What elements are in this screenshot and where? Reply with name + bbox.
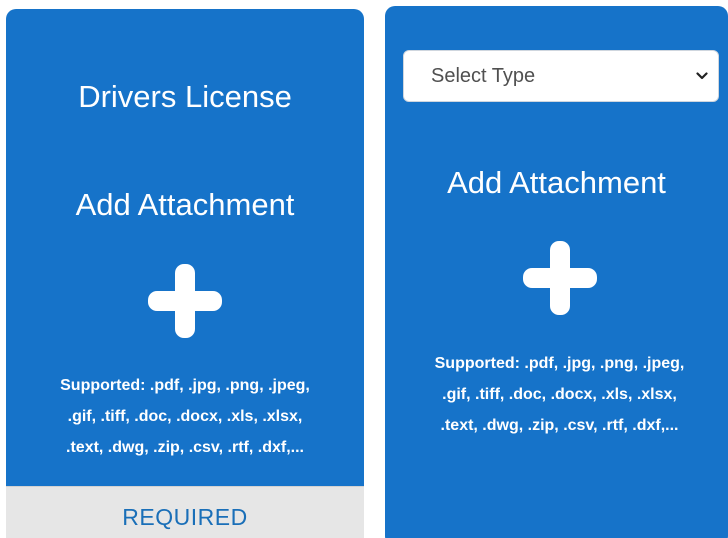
attachment-card-drivers-license: Drivers License Add Attachment Supported… — [6, 9, 364, 538]
attachments-area: Drivers License Add Attachment Supported… — [0, 0, 728, 538]
attachment-card-other: Select Type Add Attachment Supported: .p… — [385, 6, 728, 538]
supported-formats-text: Supported: .pdf, .jpg, .png, .jpeg, .gif… — [32, 370, 338, 463]
type-select-value: Select Type — [431, 65, 536, 87]
supported-formats-line: .text, .dwg, .zip, .csv, .rtf, .dxf,... — [66, 439, 304, 456]
plus-icon[interactable] — [523, 241, 597, 315]
add-attachment-label[interactable]: Add Attachment — [385, 163, 728, 203]
supported-formats-line: .text, .dwg, .zip, .csv, .rtf, .dxf,... — [440, 417, 679, 434]
supported-formats-line: Supported: .pdf, .jpg, .png, .jpeg, — [60, 377, 310, 394]
document-type-title: Drivers License — [78, 79, 292, 114]
add-attachment-label[interactable]: Add Attachment — [6, 185, 364, 225]
supported-formats-line: .gif, .tiff, .doc, .docx, .xls, .xlsx, — [67, 408, 303, 425]
required-badge: REQUIRED — [6, 486, 364, 538]
plus-icon[interactable] — [148, 264, 222, 338]
supported-formats-line: Supported: .pdf, .jpg, .png, .jpeg, — [434, 355, 685, 372]
supported-formats-line: .gif, .tiff, .doc, .docx, .xls, .xlsx, — [442, 386, 677, 403]
supported-formats-text: Supported: .pdf, .jpg, .png, .jpeg, .gif… — [409, 348, 710, 441]
type-select[interactable]: Select Type — [403, 50, 719, 102]
chevron-down-icon — [696, 72, 708, 80]
